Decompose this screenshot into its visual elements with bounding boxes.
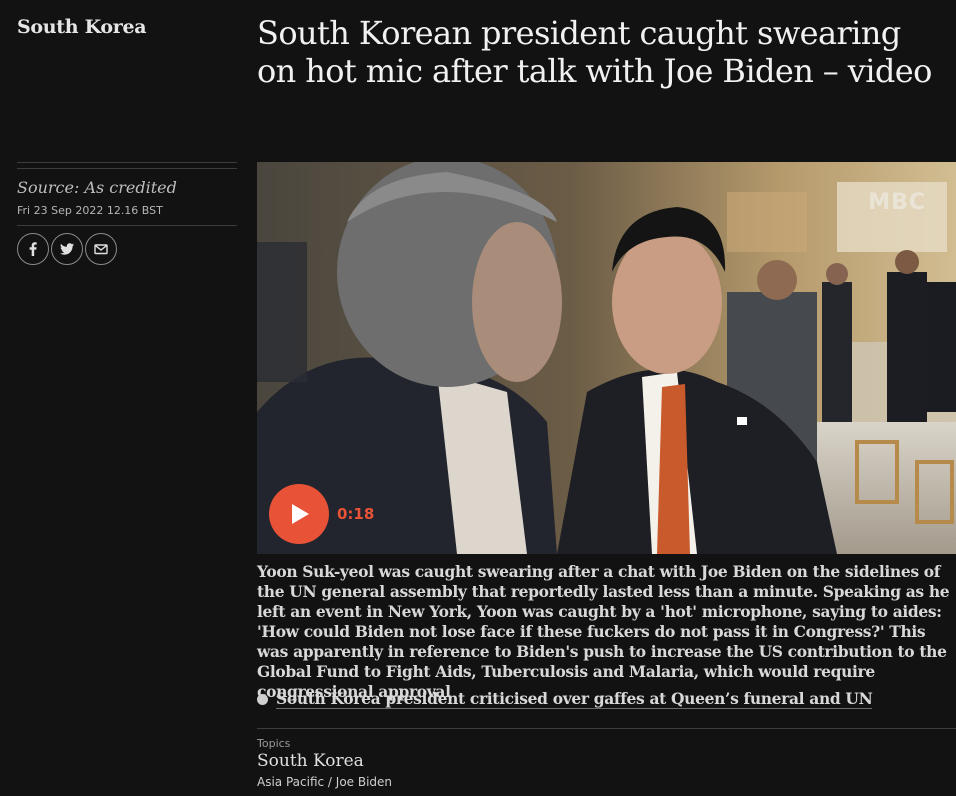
share-buttons bbox=[17, 233, 117, 265]
play-icon bbox=[292, 504, 309, 524]
share-divider bbox=[17, 225, 237, 226]
related-link-item: South Korea president criticised over ga… bbox=[257, 689, 873, 709]
topics-secondary: Asia Pacific / Joe Biden bbox=[257, 775, 392, 789]
share-twitter-button[interactable] bbox=[51, 233, 83, 265]
video-still bbox=[257, 162, 956, 554]
share-email-button[interactable] bbox=[85, 233, 117, 265]
topic-primary-link[interactable]: South Korea bbox=[257, 751, 364, 771]
video-player[interactable]: MBC 0:18 bbox=[257, 162, 956, 554]
twitter-icon bbox=[60, 243, 74, 255]
related-article-link[interactable]: South Korea president criticised over ga… bbox=[276, 689, 873, 709]
topics-divider bbox=[257, 728, 956, 729]
meta-divider bbox=[17, 162, 237, 169]
broadcaster-watermark: MBC bbox=[868, 190, 926, 215]
byline-source: Source: As credited bbox=[17, 178, 177, 197]
article-headline: South Korean president caught swearing o… bbox=[257, 14, 932, 90]
publish-date: Fri 23 Sep 2022 12.16 BST bbox=[17, 204, 163, 217]
topic-separator: / bbox=[324, 775, 336, 789]
email-icon bbox=[94, 244, 108, 255]
video-caption: Yoon Suk-yeol was caught swearing after … bbox=[257, 562, 950, 701]
facebook-icon bbox=[29, 242, 37, 256]
topic-link-joe-biden[interactable]: Joe Biden bbox=[336, 775, 392, 789]
bullet-icon bbox=[257, 693, 268, 705]
topic-link-asia-pacific[interactable]: Asia Pacific bbox=[257, 775, 324, 789]
section-label[interactable]: South Korea bbox=[17, 16, 147, 38]
share-facebook-button[interactable] bbox=[17, 233, 49, 265]
topics-label: Topics bbox=[257, 737, 291, 750]
play-button[interactable] bbox=[269, 484, 329, 544]
video-duration: 0:18 bbox=[337, 505, 375, 523]
